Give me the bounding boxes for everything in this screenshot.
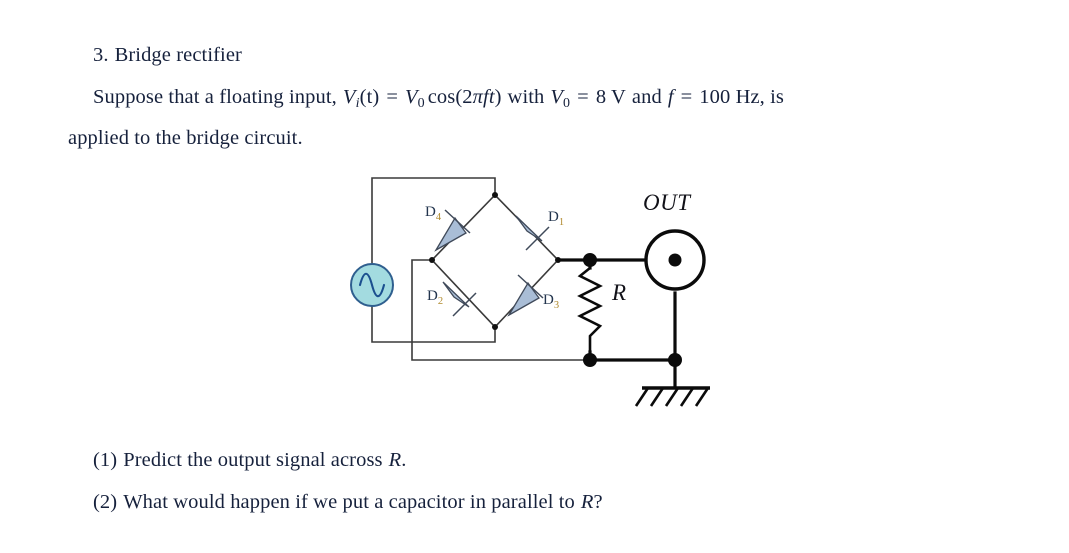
node-top [492, 192, 498, 198]
wire-source-to-top-node [371, 177, 496, 265]
junction-out-top [583, 253, 597, 267]
v0-symbol: V [405, 86, 418, 108]
wire-left-node-to-ground-rail [411, 259, 589, 361]
question-1: (1) Predict the output signal across R. [93, 450, 406, 471]
problem-heading: 3. Bridge rectifier [93, 45, 242, 66]
wire-source-to-bottom-node [371, 305, 496, 343]
earth-ground-symbol [634, 360, 710, 407]
wire-left-to-bottom-arm [430, 258, 497, 329]
output-terminal[interactable] [644, 229, 706, 291]
vi-symbol: V [342, 86, 356, 108]
question-2-marker: (2) [93, 491, 118, 513]
question-1-symbol: R [388, 449, 402, 471]
node-bottom [492, 324, 498, 330]
amplitude-value: 8 V [595, 86, 626, 108]
equals-sign-2: = [577, 86, 589, 108]
heading-number: 3. [93, 44, 109, 66]
question-2: (2) What would happen if we put a capacit… [93, 492, 603, 513]
junction-out-bottom [583, 353, 597, 367]
document-page: 3. Bridge rectifier Suppose that a floati… [0, 0, 1069, 553]
diode-D2 [442, 281, 477, 317]
equals-sign-3: = [680, 86, 693, 108]
vi-argument: (t) [359, 86, 380, 108]
problem-statement-line-2: applied to the bridge circuit. [68, 127, 303, 149]
v0-subscript-2: 0 [563, 95, 571, 111]
statement-lead-text: Suppose that a floating input, [93, 86, 337, 108]
question-1-marker: (1) [93, 449, 118, 471]
v0-symbol-2: V [550, 86, 564, 108]
bridge-rectifier-circuit-diagram: D4 D1 D2 D3 R OUT [330, 160, 750, 420]
question-2-punct: ? [593, 491, 603, 513]
problem-statement-line-1: Suppose that a floating input, Vi(t) = V0 co… [93, 87, 784, 111]
v0-subscript: 0 [417, 95, 425, 111]
ac-voltage-source [350, 263, 394, 307]
with-word: with [507, 86, 545, 108]
and-word: and [631, 86, 662, 108]
cosine-open: cos(2 [427, 86, 473, 108]
junction-ground [668, 353, 682, 367]
heading-title: Bridge rectifier [114, 44, 242, 66]
question-1-text: Predict the output signal across [123, 449, 383, 471]
resistor-R [577, 266, 603, 352]
node-left [429, 257, 435, 263]
diode-D4 [434, 209, 471, 252]
equals-sign-1: = [386, 86, 398, 108]
question-1-punct: . [401, 449, 407, 471]
frequency-value: 100 Hz, is [699, 86, 784, 108]
question-2-symbol: R [580, 491, 594, 513]
question-2-text: What would happen if we put a capacitor … [123, 491, 575, 513]
cosine-close: ) [494, 86, 502, 108]
frequency-symbol-2: f [667, 86, 674, 108]
pi-symbol: π [472, 86, 484, 108]
